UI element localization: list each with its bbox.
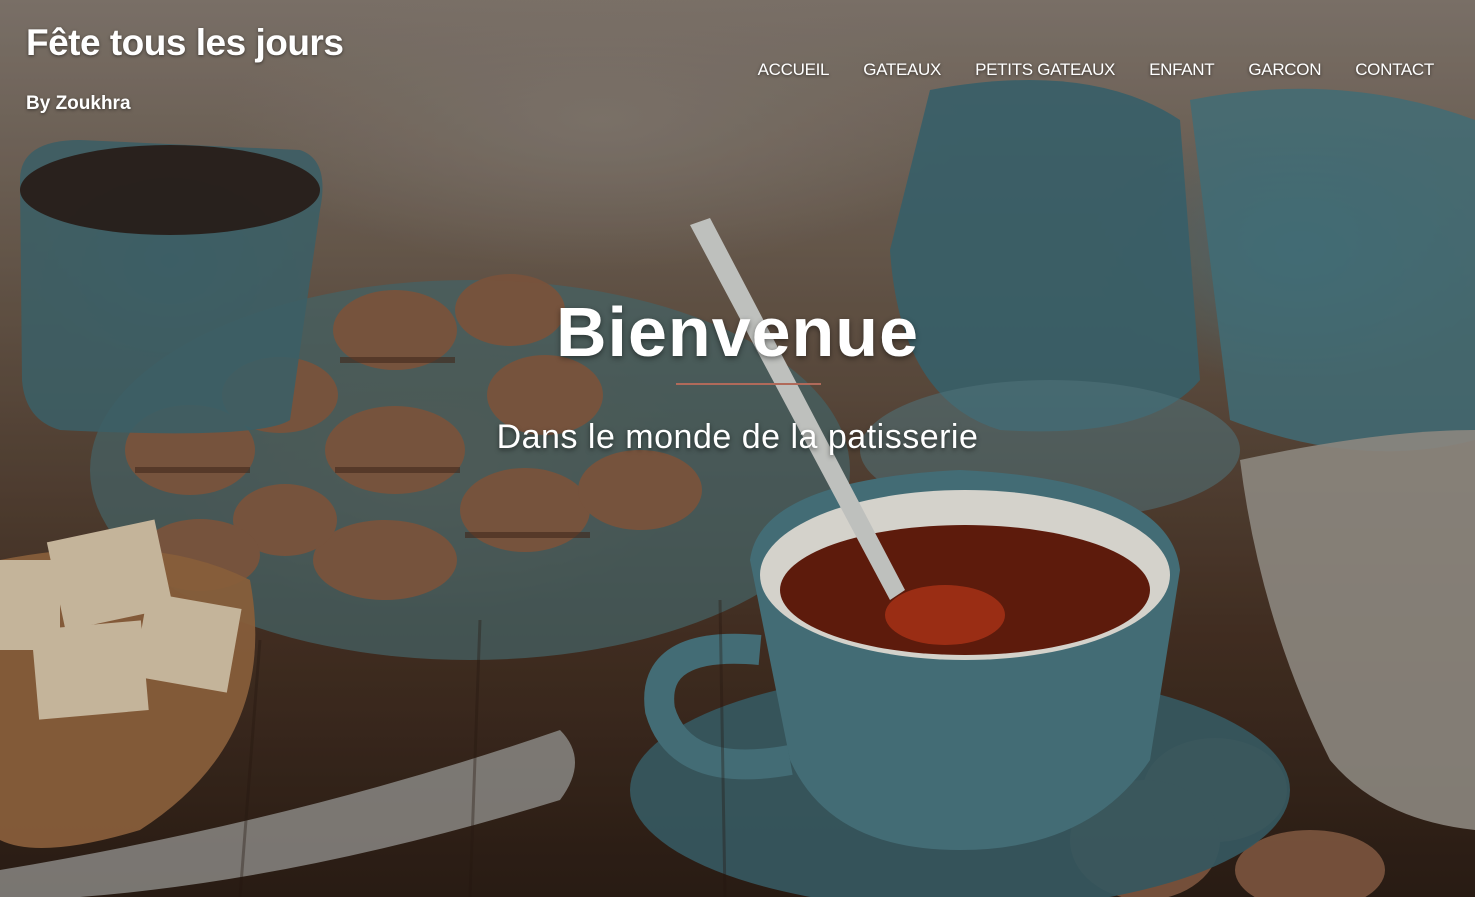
hero-banner: Fête tous les jours By Zoukhra ACCUEIL G…	[0, 0, 1475, 897]
site-tagline: By Zoukhra	[26, 93, 131, 114]
nav-item-garcon[interactable]: GARCON	[1248, 60, 1321, 80]
nav-item-contact[interactable]: CONTACT	[1355, 60, 1434, 80]
hero-subtitle: Dans le monde de la patisserie	[496, 418, 979, 456]
nav-item-enfant[interactable]: ENFANT	[1149, 60, 1215, 80]
nav-item-accueil[interactable]: ACCUEIL	[758, 60, 830, 80]
hero-divider	[676, 383, 821, 385]
main-navigation: ACCUEIL GATEAUX PETITS GATEAUX ENFANT GA…	[758, 60, 1435, 80]
nav-item-petits-gateaux[interactable]: PETITS GATEAUX	[975, 60, 1115, 80]
site-title[interactable]: Fête tous les jours	[26, 22, 344, 64]
nav-item-gateaux[interactable]: GATEAUX	[863, 60, 941, 80]
hero-title: Bienvenue	[556, 293, 919, 371]
